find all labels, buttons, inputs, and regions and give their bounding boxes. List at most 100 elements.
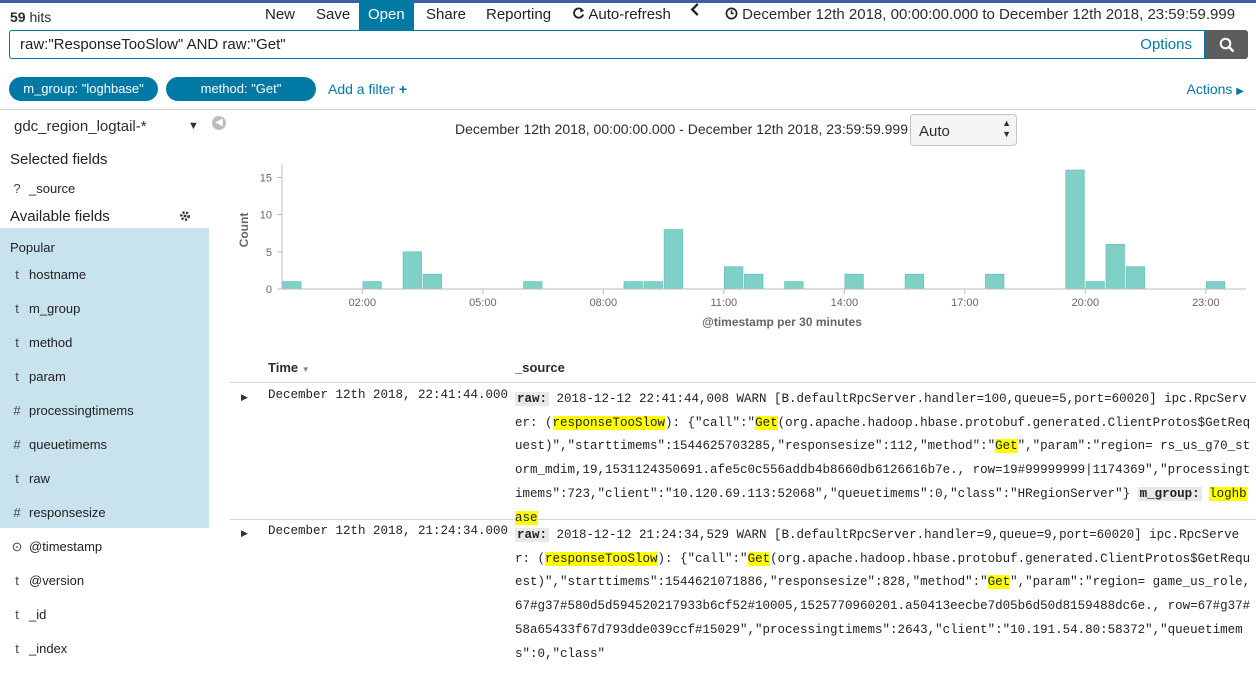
filter-pill-method[interactable]: method: "Get" [166, 77, 316, 101]
y-tick-label: 15 [260, 172, 272, 184]
string-type-icon: t [15, 301, 19, 316]
field-method[interactable]: t method [0, 335, 209, 369]
share-button[interactable]: Share [417, 0, 475, 30]
bar-09:00[interactable] [643, 281, 663, 290]
string-type-icon: t [15, 607, 19, 622]
m-group-label: m_group: [1137, 486, 1202, 501]
field-name: method [29, 335, 73, 350]
row-time: December 12th 2018, 21:24:34.000 [268, 524, 509, 538]
row-time: December 12th 2018, 22:41:44.000 [268, 388, 509, 402]
actions-link[interactable]: Actions ▶ [1186, 81, 1244, 97]
x-tick-label: 02:00 [349, 297, 377, 309]
field-raw[interactable]: t raw [0, 471, 209, 505]
raw-label: raw: [515, 392, 550, 406]
index-pattern-select[interactable]: gdc_region_logtail-* [14, 118, 147, 135]
bar-03:30[interactable] [422, 273, 442, 290]
bar-17:30[interactable] [985, 273, 1005, 290]
bar-19:30[interactable] [1065, 169, 1085, 290]
search-input[interactable]: raw:"ResponseTooSlow" AND raw:"Get" Opti… [9, 30, 1205, 59]
bar-11:00[interactable] [724, 266, 744, 290]
top-nav: 59 hits New Save Open Share Reporting Au… [0, 0, 1256, 30]
date-type-icon: ⊙ [11, 539, 23, 554]
field-m-group[interactable]: t m_group [0, 301, 209, 335]
table-row[interactable]: ▶ December 12th 2018, 21:24:34.000 raw: … [230, 520, 1256, 661]
time-picker[interactable]: December 12th 2018, 00:00:00.000 to Dece… [725, 6, 1235, 23]
x-tick-label: 23:00 [1192, 297, 1220, 309]
y-axis-label: Count [237, 213, 251, 248]
y-tick-label: 10 [260, 210, 272, 222]
interval-select[interactable]: Auto ▲ ▼ [910, 114, 1017, 146]
field-queuetimems[interactable]: # queuetimems [0, 437, 209, 471]
gear-icon[interactable] [179, 210, 191, 222]
histogram-range: December 12th 2018, 00:00:00.000 - Decem… [455, 121, 926, 137]
new-button[interactable]: New [256, 0, 304, 30]
field-name: @version [29, 573, 85, 588]
auto-refresh-button[interactable]: Auto-refresh [563, 0, 680, 30]
add-filter-link[interactable]: Add a filter + [328, 81, 407, 97]
bar-20:00[interactable] [1085, 281, 1105, 290]
unknown-type-icon: ? [13, 181, 21, 196]
field-name: param [29, 369, 66, 384]
field-version[interactable]: t @version [0, 573, 209, 607]
string-type-icon: t [15, 573, 19, 588]
bar-15:30[interactable] [904, 273, 924, 290]
bar-23:00[interactable] [1206, 281, 1226, 290]
histogram-chart: 0 5 10 15 02:00 05:00 08:00 11:00 14:00 17:00 20:0… [237, 164, 1246, 329]
bar-08:30[interactable] [623, 281, 643, 290]
bar-21:00[interactable] [1125, 266, 1145, 290]
chevron-left-icon [690, 3, 699, 16]
highlight: Get [987, 575, 1011, 590]
time-column-header[interactable]: Time ▼ [268, 360, 310, 375]
bar-03:00[interactable] [402, 251, 422, 290]
field-name: @timestamp [29, 539, 103, 554]
bar-02:00[interactable] [362, 281, 382, 290]
options-link[interactable]: Options [1140, 36, 1192, 53]
time-back-button[interactable] [690, 3, 700, 21]
selected-fields-heading: Selected fields [10, 151, 108, 168]
y-tick-label: 0 [266, 284, 272, 296]
field-responsesize[interactable]: # responsesize [0, 505, 209, 539]
clock-icon [725, 7, 738, 20]
string-type-icon: t [15, 641, 19, 656]
row-source: raw: 2018-12-12 21:24:34,529 WARN [B.def… [515, 528, 1251, 661]
field-id[interactable]: t _id [0, 607, 209, 641]
raw-label: raw: [515, 528, 550, 542]
filter-pill-m-group[interactable]: m_group: "loghbase" [9, 77, 158, 101]
bar-11:30[interactable] [744, 273, 764, 290]
field-name: _source [29, 181, 76, 196]
plus-icon: + [398, 81, 408, 97]
field-timestamp[interactable]: ⊙ @timestamp [0, 539, 209, 573]
refresh-icon [573, 7, 585, 19]
expand-row-icon[interactable]: ▶ [241, 528, 248, 539]
bar-12:30[interactable] [784, 281, 804, 290]
field-processingtimems[interactable]: # processingtimems [0, 403, 209, 437]
expand-row-icon[interactable]: ▶ [241, 392, 248, 403]
caret-down-icon[interactable]: ▼ [188, 120, 199, 132]
reporting-button[interactable]: Reporting [477, 0, 560, 30]
open-button[interactable]: Open [359, 0, 414, 30]
save-button[interactable]: Save [307, 0, 359, 30]
collapse-sidebar-button[interactable]: ◀ [212, 116, 226, 130]
hits-count: 59 hits [10, 9, 52, 25]
field-sidebar: gdc_region_logtail-* ▼ Selected fields ?… [0, 110, 209, 660]
row-source: raw: 2018-12-12 22:41:44,008 WARN [B.def… [515, 392, 1251, 525]
string-type-icon: t [15, 335, 19, 350]
query-text[interactable]: raw:"ResponseTooSlow" AND raw:"Get" [20, 36, 286, 53]
field-hostname[interactable]: t hostname [0, 267, 209, 301]
x-tick-label: 17:00 [951, 297, 979, 309]
highlight: Get [747, 551, 771, 566]
source-column-header: _source [515, 360, 565, 375]
caret-right-icon: ▶ [1236, 86, 1244, 97]
bar-14:00[interactable] [844, 273, 864, 290]
field-index[interactable]: t _index [0, 641, 209, 675]
x-tick-label: 20:00 [1072, 297, 1100, 309]
search-button[interactable] [1205, 30, 1248, 59]
bar-20:30[interactable] [1105, 244, 1125, 290]
bar-09:30[interactable] [663, 229, 683, 290]
bar-00:00[interactable] [282, 281, 302, 290]
popular-heading: Popular [10, 240, 55, 255]
string-type-icon: t [15, 267, 19, 282]
field-param[interactable]: t param [0, 369, 209, 403]
bar-06:00[interactable] [523, 281, 543, 290]
table-row[interactable]: ▶ December 12th 2018, 22:41:44.000 raw: … [230, 384, 1256, 525]
